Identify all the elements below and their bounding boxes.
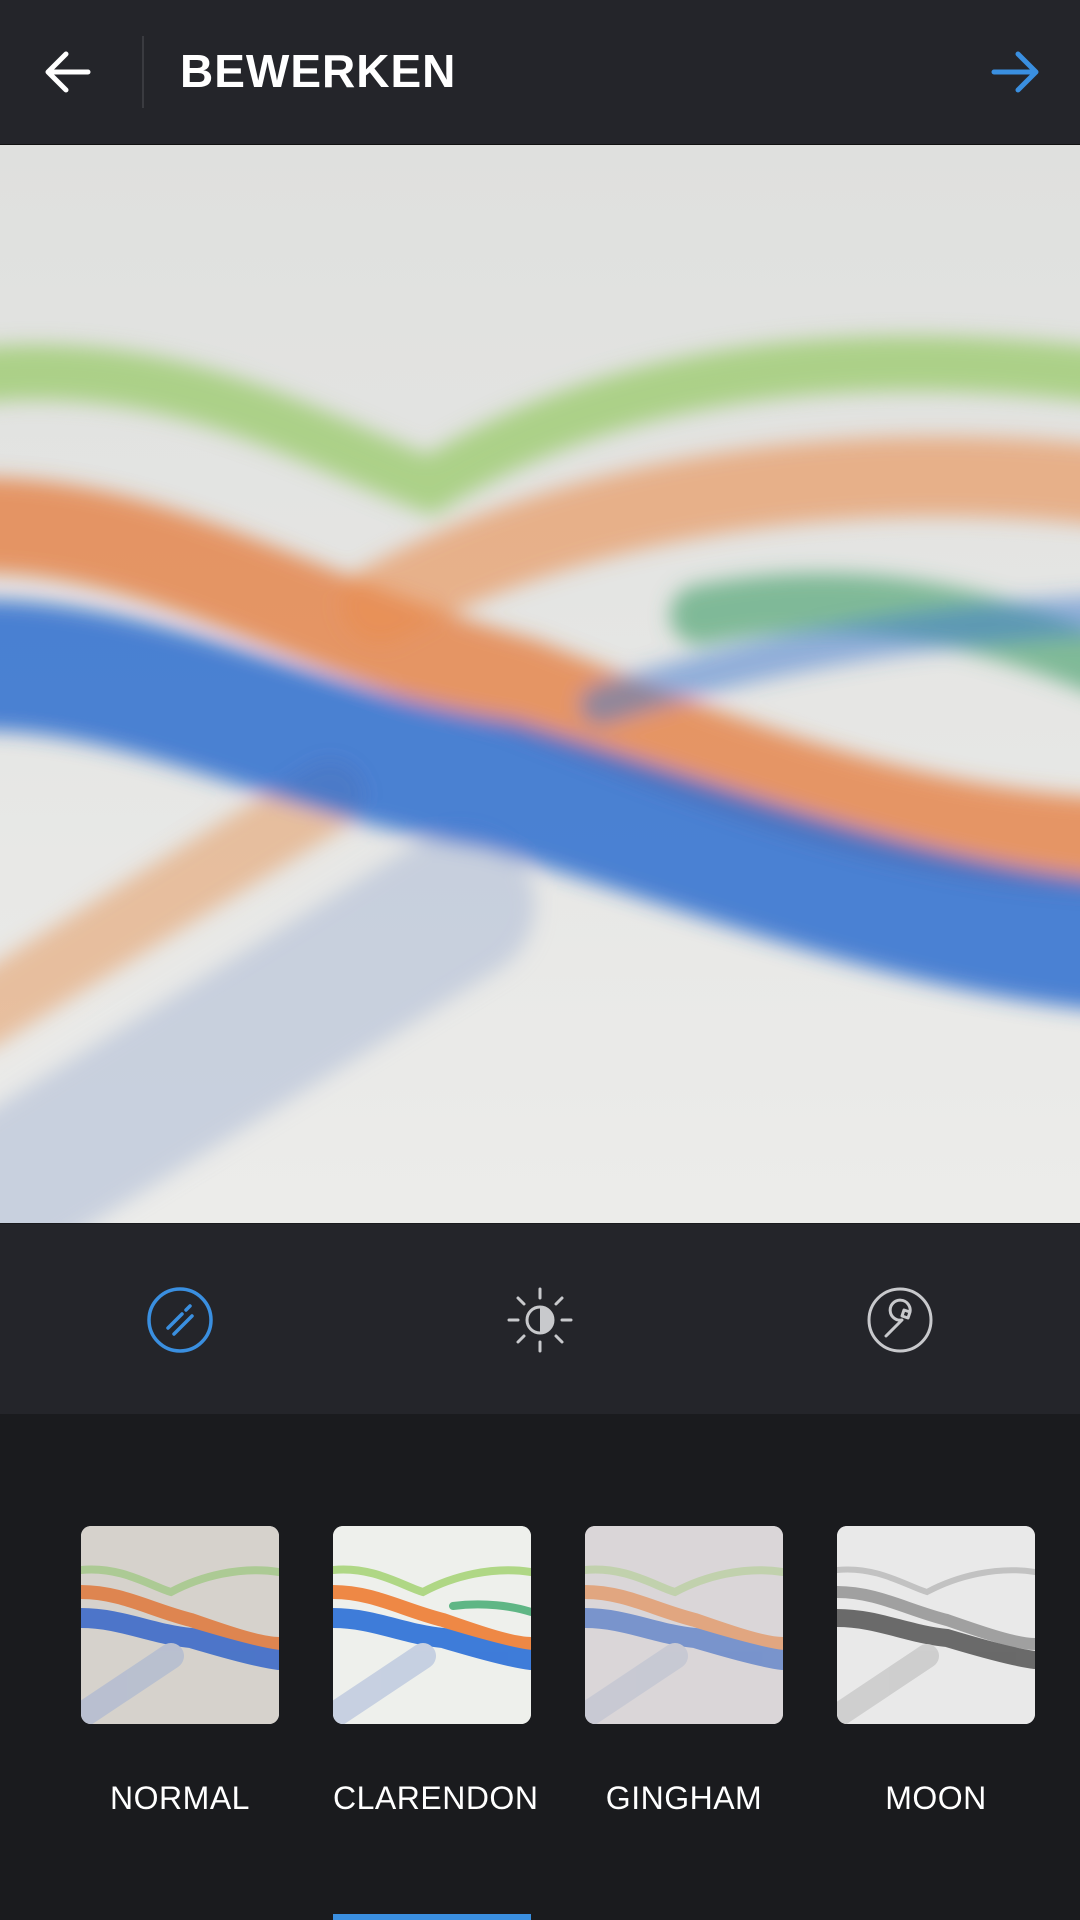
brightness-icon <box>507 1287 573 1353</box>
photo-preview <box>0 145 1080 1223</box>
filter-label: GINGHAM <box>605 1780 763 1816</box>
filter-label: NORMAL <box>110 1780 250 1816</box>
filter-clarendon[interactable]: CLARENDON <box>333 1526 539 1817</box>
filter-strip: NORMAL CLARENDON GINGHAM MOON <box>0 1414 1080 1920</box>
back-button[interactable] <box>36 40 108 104</box>
selected-filter-indicator <box>333 1914 531 1920</box>
filter-label: CLARENDON <box>333 1780 539 1816</box>
top-bar: BEWERKEN <box>0 0 1080 145</box>
arrow-left-icon <box>45 51 91 93</box>
wrench-icon <box>867 1287 933 1353</box>
filter-label: MOON <box>885 1780 987 1816</box>
tools-bar <box>0 1224 1080 1414</box>
page-title: BEWERKEN <box>180 45 457 97</box>
filter-thumbnail[interactable] <box>81 1526 279 1724</box>
filter-thumbnail[interactable] <box>585 1526 783 1724</box>
filter-wand-icon <box>147 1287 213 1353</box>
adjust-tool-button[interactable] <box>504 1284 576 1356</box>
filter-thumbnail[interactable] <box>333 1526 531 1724</box>
filter-normal[interactable]: NORMAL <box>81 1526 279 1817</box>
filter-tool-button[interactable] <box>144 1284 216 1356</box>
next-button[interactable] <box>978 40 1050 104</box>
filter-thumbnail[interactable] <box>837 1526 1035 1724</box>
edit-tool-button[interactable] <box>864 1284 936 1356</box>
arrow-right-icon <box>991 51 1039 93</box>
filter-gingham[interactable]: GINGHAM <box>585 1526 783 1817</box>
header-divider <box>142 36 144 108</box>
filter-moon[interactable]: MOON <box>837 1526 1035 1817</box>
